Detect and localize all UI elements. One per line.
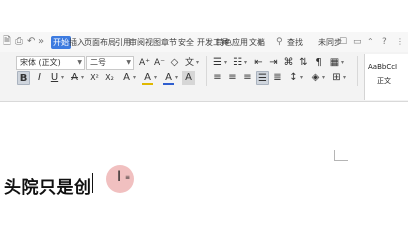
font-color-letter: A	[165, 72, 172, 83]
divider	[357, 56, 358, 86]
chevron-down-icon[interactable]: ▾	[61, 71, 64, 85]
font-name-select[interactable]: 宋体 (正文) ▼	[16, 56, 85, 70]
char-shading-button[interactable]: A	[182, 71, 195, 85]
chevron-down-icon[interactable]: ▾	[224, 56, 227, 70]
align-center-icon[interactable]: ≡	[226, 71, 239, 85]
table-icon[interactable]: ▦	[328, 56, 341, 70]
tab-security[interactable]: 安全	[178, 36, 194, 49]
search-icon[interactable]: ⚲	[276, 35, 283, 49]
italic-button[interactable]: I	[33, 71, 46, 85]
ribbon: 宋体 (正文) ▼ 二号 ▼ A⁺ A⁻ ◇ 文 ▾ ☰ ▾ ☷ ▾ ⇤ ⇥ ⌘…	[0, 52, 408, 102]
chevron-down-icon[interactable]: ▾	[322, 71, 325, 85]
undo-icon[interactable]: ↶	[27, 35, 35, 49]
tab-insert[interactable]: 插入	[69, 36, 85, 49]
chevron-down-icon[interactable]: ▾	[300, 71, 303, 85]
increase-indent-icon[interactable]: ⇥	[267, 56, 280, 70]
align-right-icon[interactable]: ≡	[241, 71, 254, 85]
search-label[interactable]: 查找	[287, 36, 303, 49]
shading-icon[interactable]: ◈	[309, 71, 322, 85]
ibeam-cursor-indicator: ≡	[125, 174, 131, 181]
more-quick-access[interactable]: »	[38, 35, 44, 49]
help-button[interactable]: ?	[382, 35, 387, 49]
chevron-down-icon: ▼	[126, 59, 131, 66]
sort-icon[interactable]: ⇅	[297, 56, 310, 70]
save-icon[interactable]: 🗎	[3, 35, 11, 49]
page-margin-mark	[334, 150, 348, 161]
chevron-down-icon[interactable]: ▾	[133, 71, 136, 85]
align-left-icon[interactable]: ≡	[211, 71, 224, 85]
comment-icon[interactable]: ▭	[353, 35, 362, 49]
subscript-button[interactable]: X₂	[103, 71, 116, 85]
font-size-select[interactable]: 二号 ▼	[86, 56, 134, 70]
chevron-down-icon[interactable]: ▾	[154, 71, 157, 85]
strikethrough-button[interactable]: A	[68, 71, 81, 85]
document-text[interactable]: 头院只是创	[4, 173, 92, 198]
font-color-bar	[163, 83, 174, 85]
underline-button[interactable]: U	[48, 71, 61, 85]
bold-button[interactable]: B	[17, 71, 30, 85]
divider	[206, 56, 207, 86]
tab-home[interactable]: 开始	[51, 36, 71, 49]
chevron-down-icon[interactable]: ▾	[196, 56, 199, 70]
tab-view[interactable]: 视图	[145, 36, 161, 49]
chevron-down-icon[interactable]: ▾	[341, 56, 344, 70]
justify-icon[interactable]: ☰	[256, 71, 269, 85]
distributed-align-icon[interactable]: ≣	[271, 71, 284, 85]
minimize-ribbon-icon[interactable]: ⌃	[367, 35, 374, 49]
clear-format-button[interactable]: ◇	[168, 56, 181, 70]
highlight-color-bar	[142, 83, 153, 85]
grow-font-button[interactable]: A⁺	[138, 56, 151, 70]
chevron-down-icon[interactable]: ▾	[244, 56, 247, 70]
style-preview: AaBbCcI	[368, 63, 398, 71]
document-area[interactable]: 头院只是创 I ≡	[0, 103, 408, 229]
font-name-value: 宋体 (正文)	[20, 58, 61, 67]
tab-special-apps[interactable]: 特色应用	[216, 36, 248, 49]
chevron-down-icon[interactable]: ▾	[81, 71, 84, 85]
tab-overflow-icon[interactable]: ▮	[258, 35, 262, 49]
tab-chapter[interactable]: 章节	[161, 36, 177, 49]
chevron-down-icon[interactable]: ▾	[175, 71, 178, 85]
phonetic-guide-button[interactable]: 文	[183, 56, 196, 70]
chevron-down-icon[interactable]: ▾	[343, 71, 346, 85]
chinese-layout-icon[interactable]: ⌘	[282, 56, 295, 70]
text-effect-button[interactable]: A	[120, 71, 133, 85]
decrease-indent-icon[interactable]: ⇤	[252, 56, 265, 70]
share-icon[interactable]: ☐	[339, 35, 347, 49]
numbered-list-icon[interactable]: ☷	[231, 56, 244, 70]
chevron-down-icon: ▼	[77, 59, 82, 66]
style-label-normal: 正文	[377, 77, 391, 85]
superscript-button[interactable]: X²	[88, 71, 101, 85]
text-caret	[92, 173, 93, 193]
shrink-font-button[interactable]: A⁻	[153, 56, 166, 70]
bullet-list-icon[interactable]: ☰	[211, 56, 224, 70]
tab-document[interactable]: 文档	[249, 36, 265, 49]
ibeam-cursor-icon: I	[117, 169, 122, 185]
highlight-letter: A	[144, 72, 151, 83]
font-size-value: 二号	[90, 58, 106, 67]
show-marks-icon[interactable]: ¶	[312, 56, 325, 70]
more-options-icon[interactable]: ⋮	[396, 35, 404, 49]
tab-review[interactable]: 审阅	[129, 36, 145, 49]
menu-bar: 🗎 ⎙ ↶ » 开始 插入 页面布局 引用 审阅 视图 章节 安全 开发工具 特…	[0, 32, 408, 52]
style-gallery[interactable]: AaBbCcI 正文	[364, 54, 408, 100]
print-icon[interactable]: ⎙	[15, 35, 23, 49]
tab-page-layout[interactable]: 页面布局	[84, 36, 116, 49]
line-spacing-icon[interactable]: ↕	[287, 71, 300, 85]
borders-icon[interactable]: ⊞	[330, 71, 343, 85]
